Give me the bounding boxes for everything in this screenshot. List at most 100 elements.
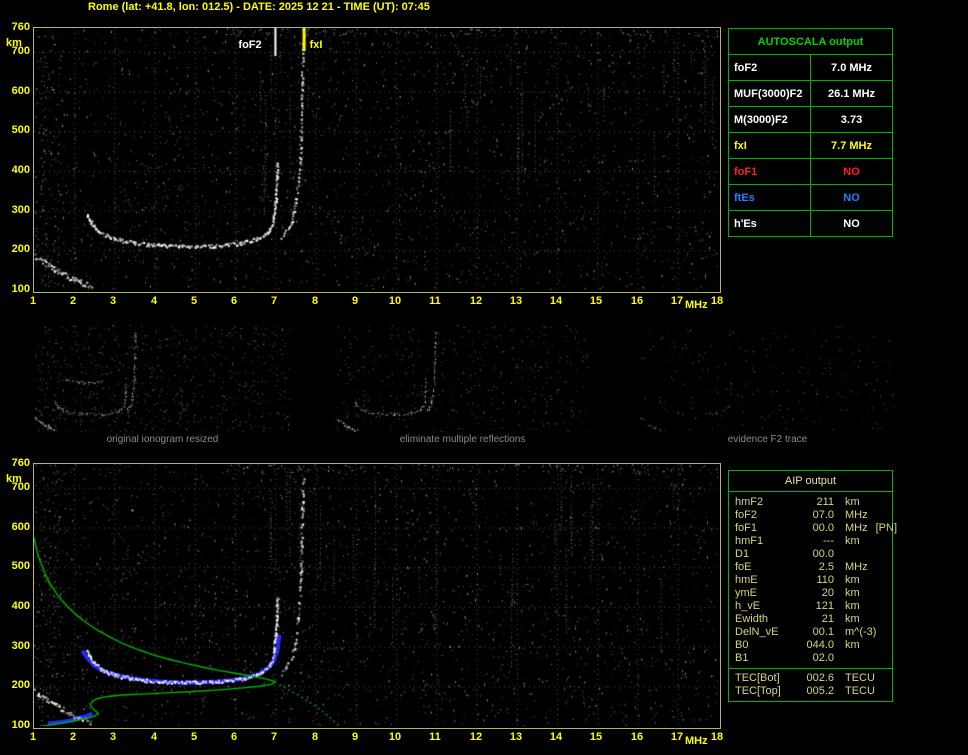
aip-parameter-unit: TECU: [845, 685, 875, 697]
autoscala-output-title: AUTOSCALA output: [729, 29, 892, 55]
x-tick-label: 13: [509, 731, 523, 743]
aip-parameter-value: 07.0: [812, 509, 834, 521]
aip-row: foE 2.5 MHz: [729, 561, 892, 574]
aip-parameter-note: [PN]: [875, 522, 898, 534]
thumbnail-canvas-f2: [640, 325, 895, 432]
aip-parameter-unit: [834, 652, 892, 665]
aip-parameter-value: 20: [821, 587, 834, 599]
x-tick-label: 15: [589, 295, 603, 307]
aip-row: hmE 110 km: [729, 574, 892, 587]
aip-row: DelN_vE 00.1 m^(-3): [729, 626, 892, 639]
aip-row: D1 00.0: [729, 548, 892, 561]
aip-parameter-name: foF1: [735, 522, 758, 534]
parameter-name: h'Es: [729, 211, 811, 236]
page-title: Rome (lat: +41.8, lon: 012.5) - DATE: 20…: [88, 1, 430, 13]
aip-parameter-value: 044.0: [806, 639, 834, 651]
parameter-name: MUF(3000)F2: [729, 81, 811, 106]
ionogram-plot-top: foF2 fxI: [33, 27, 721, 293]
aip-parameter-value: 121: [815, 600, 834, 612]
aip-parameter-name: D1: [735, 548, 750, 560]
aip-parameter-unit: km: [845, 535, 860, 547]
x-axis-unit-label: MHz: [685, 299, 708, 311]
x-tick-label: 18: [710, 295, 724, 307]
y-tick-label: 760: [11, 21, 30, 33]
aip-parameter-unit: [834, 548, 892, 561]
aip-parameter-name: hmF2: [735, 496, 764, 508]
ionogram-canvas-top: [34, 28, 718, 290]
aip-row: Ewidth 21 km: [729, 613, 892, 626]
x-tick-label: 5: [190, 731, 198, 743]
x-tick-label: 2: [69, 731, 77, 743]
aip-row: TEC[Top] 005.2 TECU: [729, 685, 892, 698]
aip-parameter-name: hmE: [735, 574, 758, 586]
x-tick-label: 18: [710, 731, 724, 743]
aip-parameter-name: ymE: [735, 587, 757, 599]
aip-row: foF1 00.0 MHz [PN]: [729, 522, 897, 535]
x-tick-label: 14: [549, 295, 563, 307]
thumbnail-caption-original: original ionogram resized: [106, 434, 219, 445]
x-tick-label: 16: [630, 295, 644, 307]
parameter-value: 26.1 MHz: [827, 88, 876, 100]
parameter-value: 7.7 MHz: [831, 140, 872, 152]
x-tick-label: 15: [589, 731, 603, 743]
autoscala-row: fxI 7.7 MHz: [729, 133, 892, 159]
x-tick-label: 11: [429, 731, 441, 743]
aip-parameter-value: 002.6: [806, 672, 834, 684]
aip-output-table: AIP output hmF2 211 km foF2 07.0 MHz foF1 00.0 MH…: [728, 470, 897, 702]
aip-parameter-unit: MHz: [845, 561, 868, 573]
aip-parameter-unit: MHz [PN]: [845, 522, 898, 534]
aip-parameter-value: 2.5: [818, 561, 834, 573]
aip-tec-section: TEC[Bot] 002.6 TECU TEC[Top] 005.2 TECU: [729, 668, 892, 698]
fxI-marker-label: fxI: [309, 39, 323, 51]
aip-parameter-value: 21: [821, 613, 834, 625]
y-axis-unit-label: km: [6, 37, 22, 49]
aip-parameter-value: 110: [816, 574, 834, 586]
aip-parameter-value: 005.2: [806, 685, 834, 697]
thumbnail-original-ionogram: [35, 325, 290, 432]
parameter-value: 3.73: [840, 114, 863, 126]
aip-parameter-name: TEC[Top]: [735, 685, 781, 697]
x-tick-label: 16: [630, 731, 644, 743]
aip-row: foF2 07.0 MHz: [729, 509, 892, 522]
x-tick-label: 6: [230, 295, 238, 307]
aip-parameter-unit: km: [845, 613, 860, 625]
x-tick-label: 1: [29, 295, 37, 307]
y-tick-label: 200: [11, 243, 30, 255]
aip-parameter-name: h_vE: [735, 600, 761, 612]
x-tick-label: 13: [509, 295, 523, 307]
aip-parameter-value: 211: [816, 496, 834, 508]
aip-parameter-value: ---: [823, 535, 834, 547]
aip-parameter-unit: km: [845, 574, 860, 586]
y-tick-label: 500: [11, 124, 30, 136]
thumbnail-canvas-original: [35, 325, 290, 432]
x-tick-label: 9: [351, 295, 359, 307]
aip-row: B0 044.0 km: [729, 639, 892, 652]
parameter-value: NO: [843, 218, 860, 230]
x-tick-label: 11: [429, 295, 441, 307]
thumbnail-evidence-f2: [640, 325, 895, 432]
x-tick-label: 17: [670, 731, 684, 743]
aip-parameter-value: 00.0: [812, 548, 834, 560]
aip-row: hmF1 --- km: [729, 535, 892, 548]
aip-parameter-unit: TECU: [845, 672, 875, 684]
y-tick-label: 300: [11, 204, 30, 216]
y-tick-label: 100: [11, 283, 30, 295]
x-tick-label: 10: [388, 731, 402, 743]
autoscala-row: foF2 7.0 MHz: [729, 55, 892, 81]
x-tick-label: 4: [150, 731, 158, 743]
x-tick-label: 1: [29, 731, 37, 743]
aip-row: ymE 20 km: [729, 587, 892, 600]
autoscala-row: MUF(3000)F2 26.1 MHz: [729, 81, 892, 107]
x-tick-label: 12: [469, 731, 483, 743]
aip-parameter-name: B0: [735, 639, 749, 651]
aip-parameter-name: foF2: [735, 509, 758, 521]
aip-parameter-unit: MHz: [845, 509, 868, 521]
parameter-value: NO: [843, 166, 860, 178]
thumbnail-eliminate-reflections: [335, 325, 590, 432]
aip-output-title: AIP output: [729, 471, 892, 492]
x-tick-label: 5: [190, 295, 198, 307]
aip-parameter-value: 00.0: [812, 522, 834, 534]
y-tick-label: 600: [11, 521, 30, 533]
aip-row: h_vE 121 km: [729, 600, 892, 613]
aip-parameter-unit: km: [845, 600, 860, 612]
